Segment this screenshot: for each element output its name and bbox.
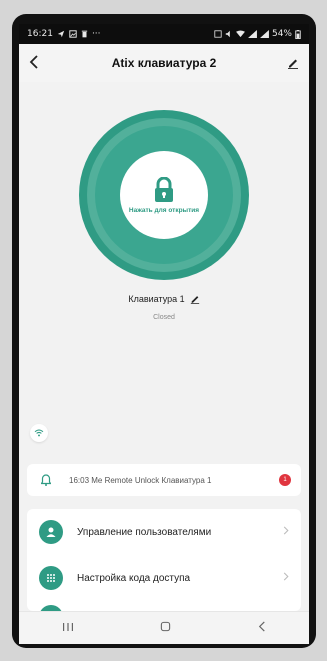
device-name-row: Клавиатура 1 [19, 294, 309, 304]
system-navigation-bar [19, 611, 309, 644]
lock-state: Closed [153, 314, 175, 321]
device-name: Клавиатура 1 [128, 294, 185, 304]
signal-2-icon [260, 30, 269, 38]
bell-icon [37, 474, 55, 486]
navigation-arrow-icon [57, 30, 65, 38]
unlock-ring-mid: Нажать для открытия [87, 118, 241, 272]
unlock-button[interactable]: Нажать для открытия [120, 151, 208, 239]
rename-pencil-icon[interactable] [190, 294, 200, 304]
wifi-status-icon [236, 30, 245, 38]
menu-item-access-code[interactable]: Настройка кода доступа [27, 555, 301, 601]
wifi-icon [34, 429, 44, 437]
battery-percent: 54% [271, 29, 292, 39]
chevron-right-icon [283, 572, 289, 584]
recent-apps-icon [63, 623, 74, 631]
nfc-icon [214, 30, 222, 38]
mute-icon [225, 30, 230, 38]
home-icon [161, 621, 171, 632]
settings-menu: Управление пользователями Настройка кода… [27, 509, 301, 611]
recent-apps-button[interactable] [62, 619, 74, 637]
back-button[interactable] [29, 53, 49, 74]
image-icon [69, 30, 77, 38]
keypad-icon [39, 566, 63, 590]
battery-icon [295, 29, 301, 39]
home-button[interactable] [160, 619, 171, 637]
user-icon [39, 520, 63, 544]
app-screen: 16:21 ··· 54% Atix клавиатура 2 Нажать д… [19, 24, 309, 644]
back-arrow-icon [29, 54, 38, 69]
padlock-icon [155, 176, 173, 202]
status-right: 54% [214, 29, 301, 39]
unlock-ring[interactable]: Нажать для открытия [79, 110, 249, 280]
system-back-button[interactable] [258, 619, 266, 637]
trash-icon [81, 30, 88, 38]
more-notifications-icon: ··· [91, 29, 101, 39]
status-bar: 16:21 ··· 54% [19, 24, 309, 44]
edit-button[interactable] [279, 57, 299, 69]
app-header: Atix клавиатура 2 [19, 44, 309, 82]
page-title: Atix клавиатура 2 [111, 56, 217, 70]
unlock-ring-inner: Нажать для открытия [95, 126, 233, 264]
connection-button[interactable] [30, 424, 48, 442]
menu-item-label: Управление пользователями [77, 526, 212, 538]
menu-item-user-management[interactable]: Управление пользователями [27, 509, 301, 555]
status-time: 16:21 [27, 29, 53, 39]
phone-frame: 16:21 ··· 54% Atix клавиатура 2 Нажать д… [12, 14, 316, 648]
menu-item-label: Настройка кода доступа [77, 572, 191, 584]
unlock-label: Нажать для открытия [128, 206, 200, 214]
chevron-right-icon [283, 526, 289, 538]
system-back-icon [258, 621, 265, 632]
log-entry: 16:03 Me Remote Unlock Клавиатура 1 [69, 475, 212, 485]
pencil-icon [288, 59, 298, 69]
lock-section: Нажать для открытия Клавиатура 1 Closed [19, 82, 309, 342]
signal-icon [248, 30, 257, 38]
activity-log-row[interactable]: 16:03 Me Remote Unlock Клавиатура 1 1 [27, 464, 301, 496]
notification-badge: 1 [279, 474, 291, 486]
status-left: 16:21 ··· [27, 29, 101, 39]
